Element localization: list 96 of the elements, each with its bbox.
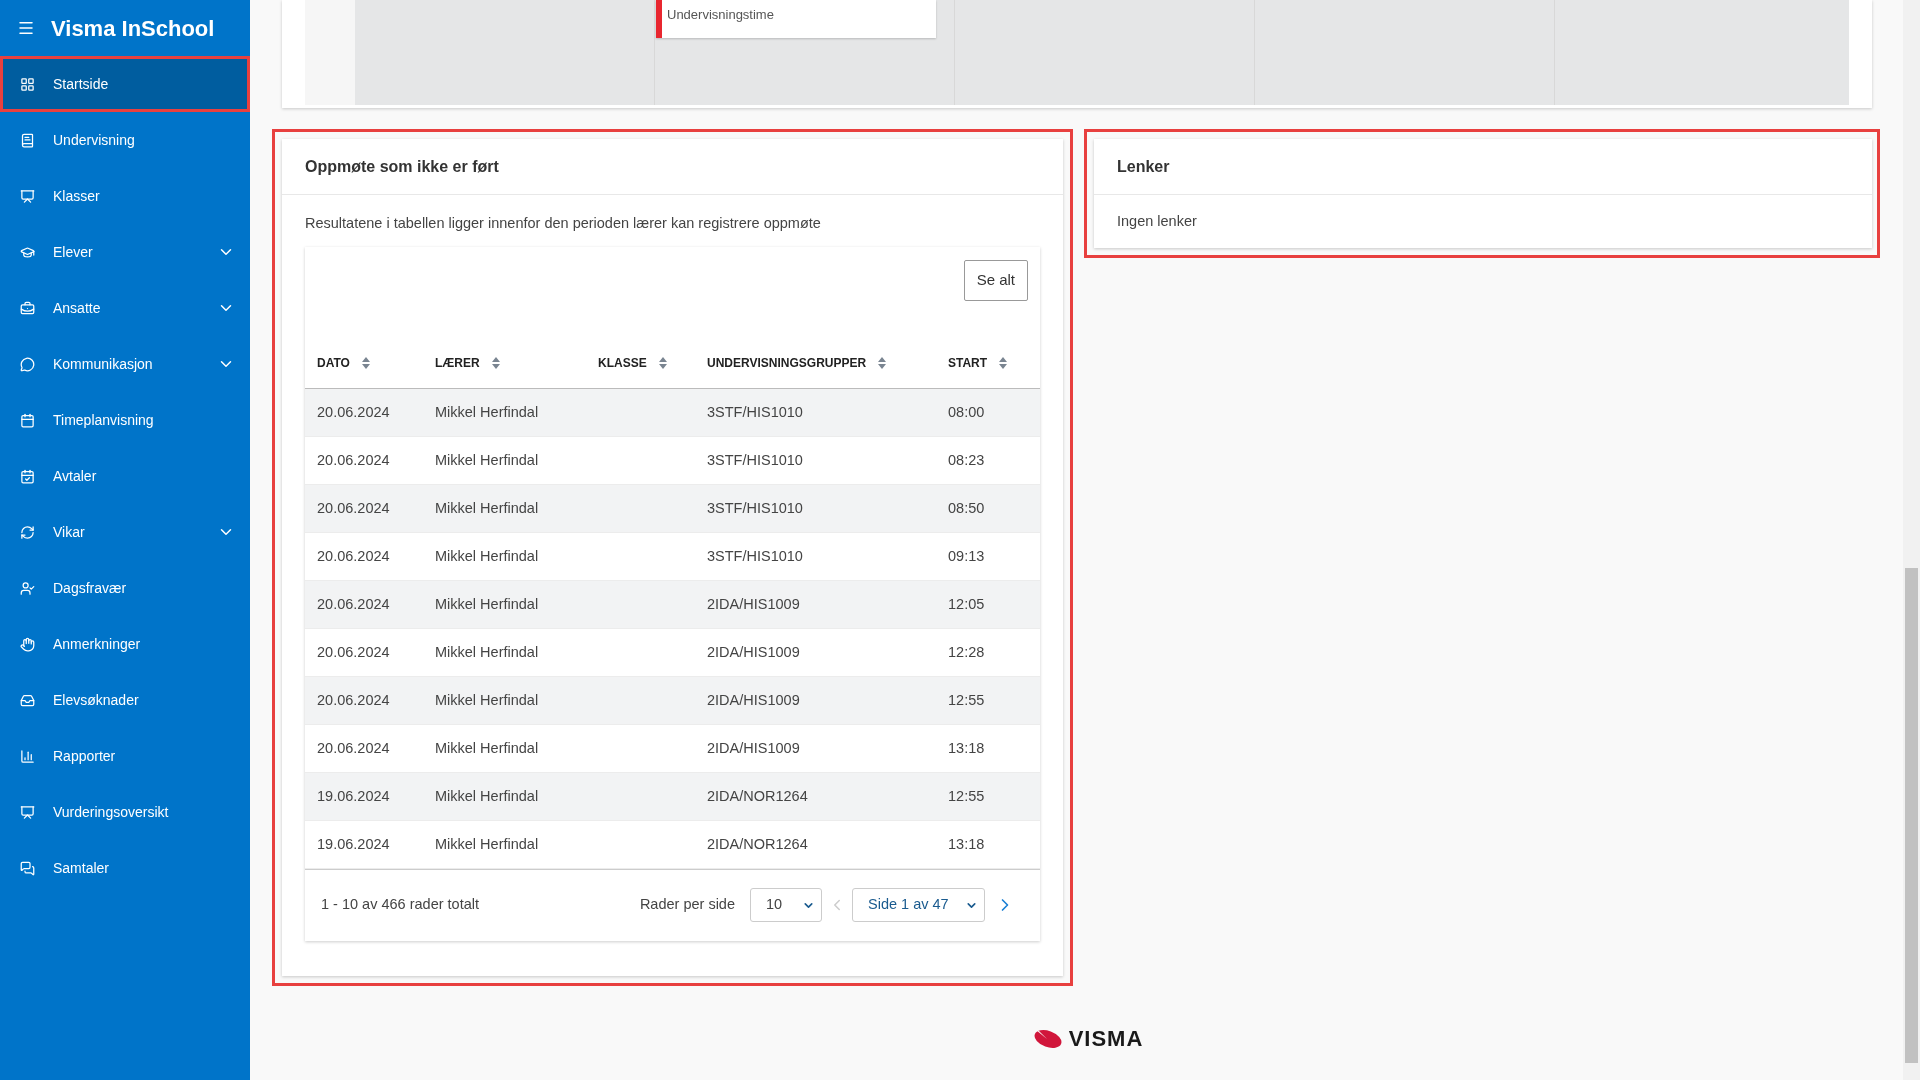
sidebar-item[interactable]: Kommunikasjon [0, 336, 250, 392]
table-cell: 20.06.2024 [317, 740, 390, 757]
table-cell: 09:13 [948, 548, 985, 565]
table-cell: 3STF/HIS1010 [707, 404, 803, 421]
table-cell: 20.06.2024 [317, 548, 390, 565]
column-header[interactable]: LÆRER [435, 353, 480, 372]
sidebar-item[interactable]: Ansatte [0, 280, 250, 336]
app-title: Visma InSchool [51, 14, 215, 43]
sidebar-item[interactable]: Samtaler [0, 840, 250, 896]
sort-icon[interactable] [491, 356, 500, 369]
menu-icon[interactable] [17, 19, 35, 37]
schedule-event[interactable]: Undervisningstime [656, 0, 936, 38]
scrollbar[interactable] [1903, 0, 1920, 1080]
sort-icon[interactable] [999, 356, 1008, 369]
table-cell: Mikkel Herfindal [435, 500, 539, 517]
table-cell: 19.06.2024 [317, 836, 390, 853]
bar-chart-icon [20, 748, 35, 764]
column-header[interactable]: UNDERVISNINGSGRUPPER [707, 353, 867, 372]
table-cell: 2IDA/NOR1264 [707, 836, 808, 853]
table-cell: 12:05 [948, 596, 985, 613]
table-cell: 19.06.2024 [317, 788, 390, 805]
speech-bubbles-icon [20, 860, 35, 876]
table-cell: Mikkel Herfindal [435, 740, 539, 757]
logo-text: VISMA [1068, 1024, 1144, 1053]
empty-message: Ingen lenker [1117, 211, 1197, 231]
table-cell: 20.06.2024 [317, 596, 390, 613]
calendar-icon [20, 412, 35, 428]
table-cell: 20.06.2024 [317, 500, 390, 517]
table-cell: Mikkel Herfindal [435, 788, 539, 805]
sidebar-item[interactable]: Vurderingsoversikt [0, 784, 250, 840]
card-title: Lenker [1117, 156, 1170, 177]
column-header[interactable]: START [948, 353, 988, 372]
column-header[interactable]: KLASSE [598, 353, 647, 372]
sidebar-item[interactable]: Elevsøknader [0, 672, 250, 728]
sidebar-item[interactable]: Elever [0, 224, 250, 280]
table-cell: 12:55 [948, 788, 985, 805]
sidebar-item[interactable]: Rapporter [0, 728, 250, 784]
rows-per-page-select[interactable]: 10 [750, 888, 822, 923]
presentation-icon [20, 188, 35, 204]
sidebar-item[interactable]: Timeplanvisning [0, 392, 250, 448]
page-select[interactable]: Side 1 av 47 [852, 888, 985, 923]
table-cell: 2IDA/HIS1009 [707, 692, 800, 709]
table-cell: Mikkel Herfindal [435, 404, 539, 421]
logo-icon [1032, 1028, 1063, 1049]
table-cell: 08:00 [948, 404, 985, 421]
sidebar-item[interactable]: Klasser [0, 168, 250, 224]
book-icon [20, 132, 35, 148]
table-cell: 20.06.2024 [317, 404, 390, 421]
table-cell: Mikkel Herfindal [435, 692, 539, 709]
card-description: Resultatene i tabellen ligger innenfor den perioden lærer kan registrere oppmøte [305, 214, 822, 233]
table-cell: 2IDA/HIS1009 [707, 740, 800, 757]
table-cell: 2IDA/HIS1009 [707, 644, 800, 661]
table-cell: 20.06.2024 [317, 452, 390, 469]
table-cell: 08:50 [948, 500, 985, 517]
table-cell: Mikkel Herfindal [435, 596, 539, 613]
table-cell: 20.06.2024 [317, 644, 390, 661]
event-type: Undervisningstime [667, 5, 774, 24]
table-cell: Mikkel Herfindal [435, 548, 539, 565]
graduate-icon [20, 244, 35, 260]
grid-icon [20, 76, 35, 92]
sort-icon[interactable] [878, 356, 887, 369]
inbox-icon [20, 692, 35, 708]
table-cell: 12:55 [948, 692, 985, 709]
table-cell: 3STF/HIS1010 [707, 500, 803, 517]
sidebar-item[interactable]: Anmerkninger [0, 616, 250, 672]
table-cell: 08:23 [948, 452, 985, 469]
sidebar-item[interactable]: Vikar [0, 504, 250, 560]
table-cell: 13:18 [948, 740, 985, 757]
refresh-icon [20, 524, 35, 540]
sidebar-item[interactable]: Avtaler [0, 448, 250, 504]
hand-icon [20, 636, 35, 652]
table-cell: 3STF/HIS1010 [707, 548, 803, 565]
table-cell: Mikkel Herfindal [435, 452, 539, 469]
table-cell: 2IDA/HIS1009 [707, 596, 800, 613]
user-check-icon [20, 580, 35, 596]
table-cell: Mikkel Herfindal [435, 644, 539, 661]
table-cell: 12:28 [948, 644, 985, 661]
calendar-check-icon [20, 468, 35, 484]
sidebar-item[interactable]: Startside [0, 56, 250, 112]
table-cell: 2IDA/NOR1264 [707, 788, 808, 805]
sidebar-item[interactable]: Undervisning [0, 112, 250, 168]
sort-icon[interactable] [658, 356, 667, 369]
presentation-icon [20, 804, 35, 820]
table-cell: Mikkel Herfindal [435, 836, 539, 853]
table-cell: 13:18 [948, 836, 985, 853]
table-cell: 3STF/HIS1010 [707, 452, 803, 469]
briefcase-icon [20, 300, 35, 316]
rows-per-page-label: Rader per side [639, 895, 735, 915]
table-cell: 20.06.2024 [317, 692, 390, 709]
column-header[interactable]: DATO [317, 353, 350, 372]
row-count: 1 - 10 av 466 rader totalt [321, 895, 480, 915]
sidebar-item[interactable]: Dagsfravær [0, 560, 250, 616]
card-title: Oppmøte som ikke er ført [305, 156, 499, 177]
speech-bubble-icon [20, 356, 35, 372]
see-all-button[interactable]: Se alt [963, 259, 1028, 301]
sort-icon[interactable] [361, 356, 370, 369]
